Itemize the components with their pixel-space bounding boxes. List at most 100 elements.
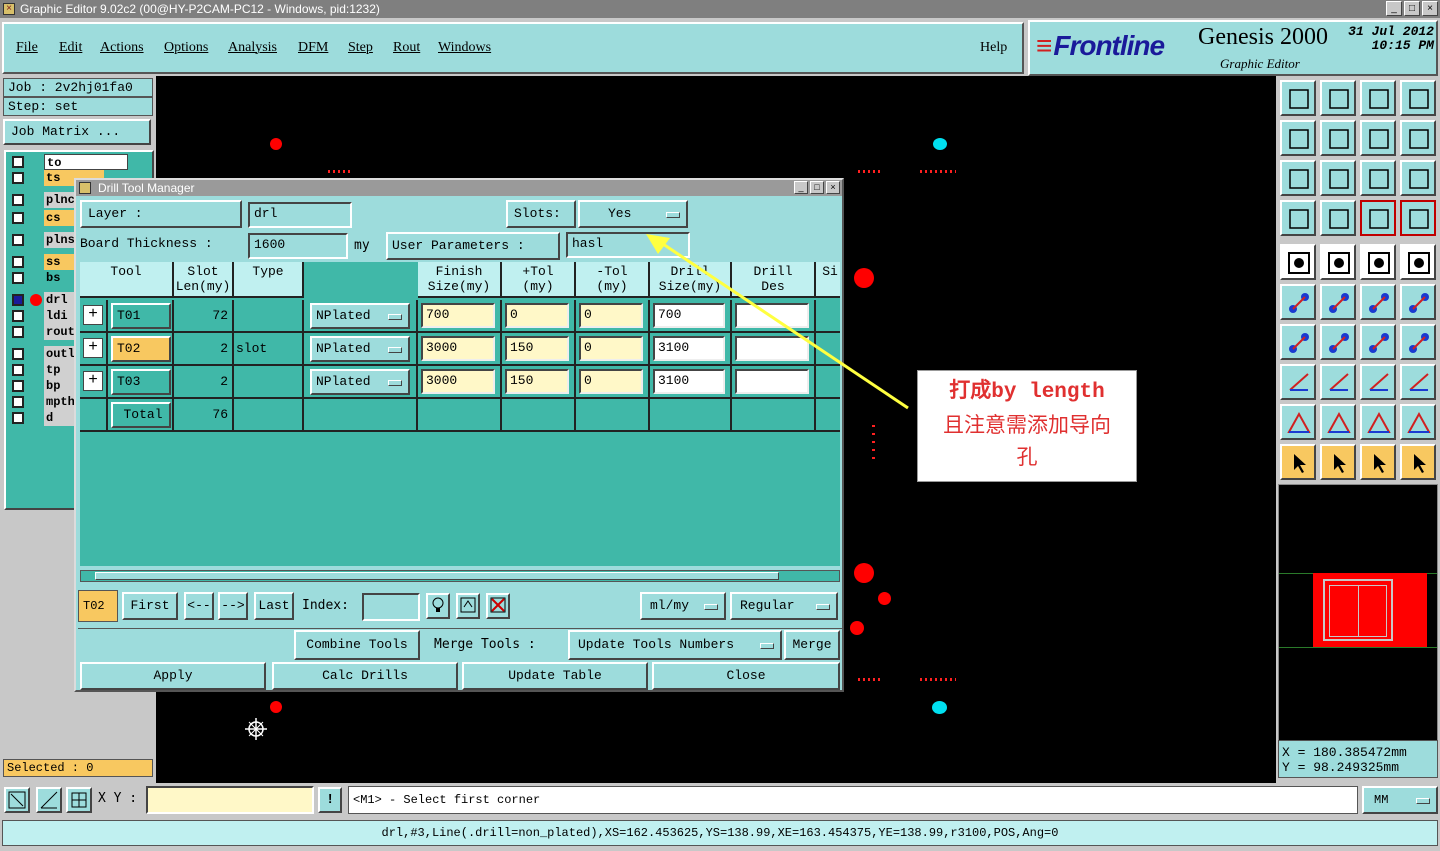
menu-rout[interactable]: Rout xyxy=(393,40,420,56)
select-alt-icon[interactable] xyxy=(1360,444,1396,480)
dot-icon[interactable] xyxy=(1400,244,1436,280)
prev-button[interactable]: <-- xyxy=(184,592,214,620)
layer-checkbox[interactable] xyxy=(12,272,24,284)
units-select[interactable]: MM xyxy=(1362,786,1438,814)
bulb-icon[interactable] xyxy=(426,593,450,619)
move-alt-icon[interactable] xyxy=(1400,284,1436,320)
layer-checkbox[interactable] xyxy=(12,294,24,306)
probe-icon[interactable] xyxy=(1320,200,1356,236)
first-button[interactable]: First xyxy=(122,592,178,620)
dialog-minimize-button[interactable]: _ xyxy=(794,181,808,194)
dialog-close-icon[interactable]: × xyxy=(826,181,840,194)
fit-icon[interactable] xyxy=(1280,160,1316,196)
layer-checkbox[interactable] xyxy=(12,396,24,408)
close-button[interactable]: Close xyxy=(652,662,840,690)
menu-options[interactable]: Options xyxy=(164,40,208,56)
traffic-light-alt-icon[interactable] xyxy=(1400,200,1436,236)
board-thickness-field[interactable]: 1600 xyxy=(248,233,348,259)
layer-checkbox[interactable] xyxy=(12,380,24,392)
plus-tol-field[interactable]: 150 xyxy=(505,369,569,394)
maximize-button[interactable]: □ xyxy=(1404,1,1420,16)
layer-checkbox[interactable] xyxy=(12,256,24,268)
tool-button[interactable]: T01 xyxy=(111,303,171,329)
layer-checkbox[interactable] xyxy=(12,194,24,206)
alert-icon[interactable]: ! xyxy=(318,787,342,813)
triangle-icon[interactable] xyxy=(1280,404,1316,440)
line-icon[interactable] xyxy=(1320,324,1356,360)
slots-select[interactable]: Yes xyxy=(578,200,688,228)
measure-icon[interactable] xyxy=(36,787,62,813)
layout-icon[interactable] xyxy=(1400,80,1436,116)
expand-row-icon[interactable]: + xyxy=(83,371,103,391)
index-field[interactable] xyxy=(362,593,420,621)
minus-tol-field[interactable]: 0 xyxy=(579,336,643,361)
angle-icon[interactable] xyxy=(1280,324,1316,360)
layer-checkbox[interactable] xyxy=(12,326,24,338)
combine-tools-button[interactable]: Combine Tools xyxy=(294,630,420,660)
zoom-box-icon[interactable] xyxy=(4,787,30,813)
plus-tol-field[interactable]: 150 xyxy=(505,336,569,361)
menu-file[interactable]: File xyxy=(16,40,38,56)
minus-tol-field[interactable]: 0 xyxy=(579,303,643,328)
step-icon[interactable] xyxy=(1400,120,1436,156)
merge-option-select[interactable]: Update Tools Numbers xyxy=(568,630,782,660)
close-window-button[interactable]: × xyxy=(1422,1,1438,16)
grid-icon[interactable] xyxy=(66,787,92,813)
ruler-icon[interactable] xyxy=(1360,244,1396,280)
menu-help[interactable]: Help xyxy=(980,40,1007,56)
dialog-maximize-button[interactable]: □ xyxy=(810,181,824,194)
join-icon[interactable] xyxy=(1320,364,1356,400)
cross-icon[interactable] xyxy=(1320,284,1356,320)
menu-dfm[interactable]: DFM xyxy=(298,40,328,56)
layer-field[interactable]: drl xyxy=(248,202,352,228)
layer-checkbox[interactable] xyxy=(12,412,24,424)
open-icon[interactable] xyxy=(1280,80,1316,116)
shape-c-icon[interactable] xyxy=(1400,404,1436,440)
mode-option-select[interactable]: Regular xyxy=(730,592,838,620)
pad-icon[interactable] xyxy=(1280,244,1316,280)
group-icon[interactable] xyxy=(1400,364,1436,400)
merge-button[interactable]: Merge xyxy=(784,630,840,660)
layer-checkbox[interactable] xyxy=(12,364,24,376)
scroll-thumb[interactable] xyxy=(95,572,779,580)
total-button[interactable]: Total xyxy=(111,402,171,428)
shape-b-icon[interactable] xyxy=(1360,404,1396,440)
apply-button[interactable]: Apply xyxy=(80,662,266,690)
table-view-icon[interactable] xyxy=(456,593,480,619)
layer-checkbox[interactable] xyxy=(12,310,24,322)
tool-button[interactable]: T03 xyxy=(111,369,171,395)
outline-icon[interactable] xyxy=(1320,244,1356,280)
menu-actions[interactable]: Actions xyxy=(100,40,144,56)
connect-icon[interactable] xyxy=(1280,284,1316,320)
user-parameters-button[interactable]: User Parameters : xyxy=(386,232,560,260)
home-icon[interactable] xyxy=(1360,80,1396,116)
dimension-icon[interactable] xyxy=(1360,364,1396,400)
calc-drills-button[interactable]: Calc Drills xyxy=(272,662,458,690)
menu-step[interactable]: Step xyxy=(348,40,373,56)
next-button[interactable]: --> xyxy=(218,592,248,620)
save-icon[interactable] xyxy=(1320,80,1356,116)
split-icon[interactable] xyxy=(1400,324,1436,360)
layer-checkbox[interactable] xyxy=(12,172,24,184)
layer-row-to[interactable]: to xyxy=(10,154,150,170)
menu-edit[interactable]: Edit xyxy=(59,40,82,56)
layer-checkbox[interactable] xyxy=(12,156,24,168)
finish-size-field[interactable]: 700 xyxy=(421,303,495,328)
type-select[interactable]: NPlated xyxy=(310,336,410,362)
minimize-button[interactable]: _ xyxy=(1386,1,1402,16)
finish-size-field[interactable]: 3000 xyxy=(421,336,495,361)
route-icon[interactable] xyxy=(1400,444,1436,480)
delete-icon[interactable] xyxy=(486,593,510,619)
plus-tol-field[interactable]: 0 xyxy=(505,303,569,328)
shape-a-icon[interactable] xyxy=(1320,404,1356,440)
import-icon[interactable] xyxy=(1280,120,1316,156)
arc-icon[interactable] xyxy=(1360,324,1396,360)
select-icon[interactable] xyxy=(1320,444,1356,480)
job-matrix-button[interactable]: Job Matrix ... xyxy=(3,119,151,145)
expand-row-icon[interactable]: + xyxy=(83,305,103,325)
menu-analysis[interactable]: Analysis xyxy=(228,40,277,56)
scale-icon[interactable] xyxy=(1360,160,1396,196)
export-icon[interactable] xyxy=(1320,120,1356,156)
mirror-icon[interactable] xyxy=(1280,364,1316,400)
swap-icon[interactable] xyxy=(1360,120,1396,156)
